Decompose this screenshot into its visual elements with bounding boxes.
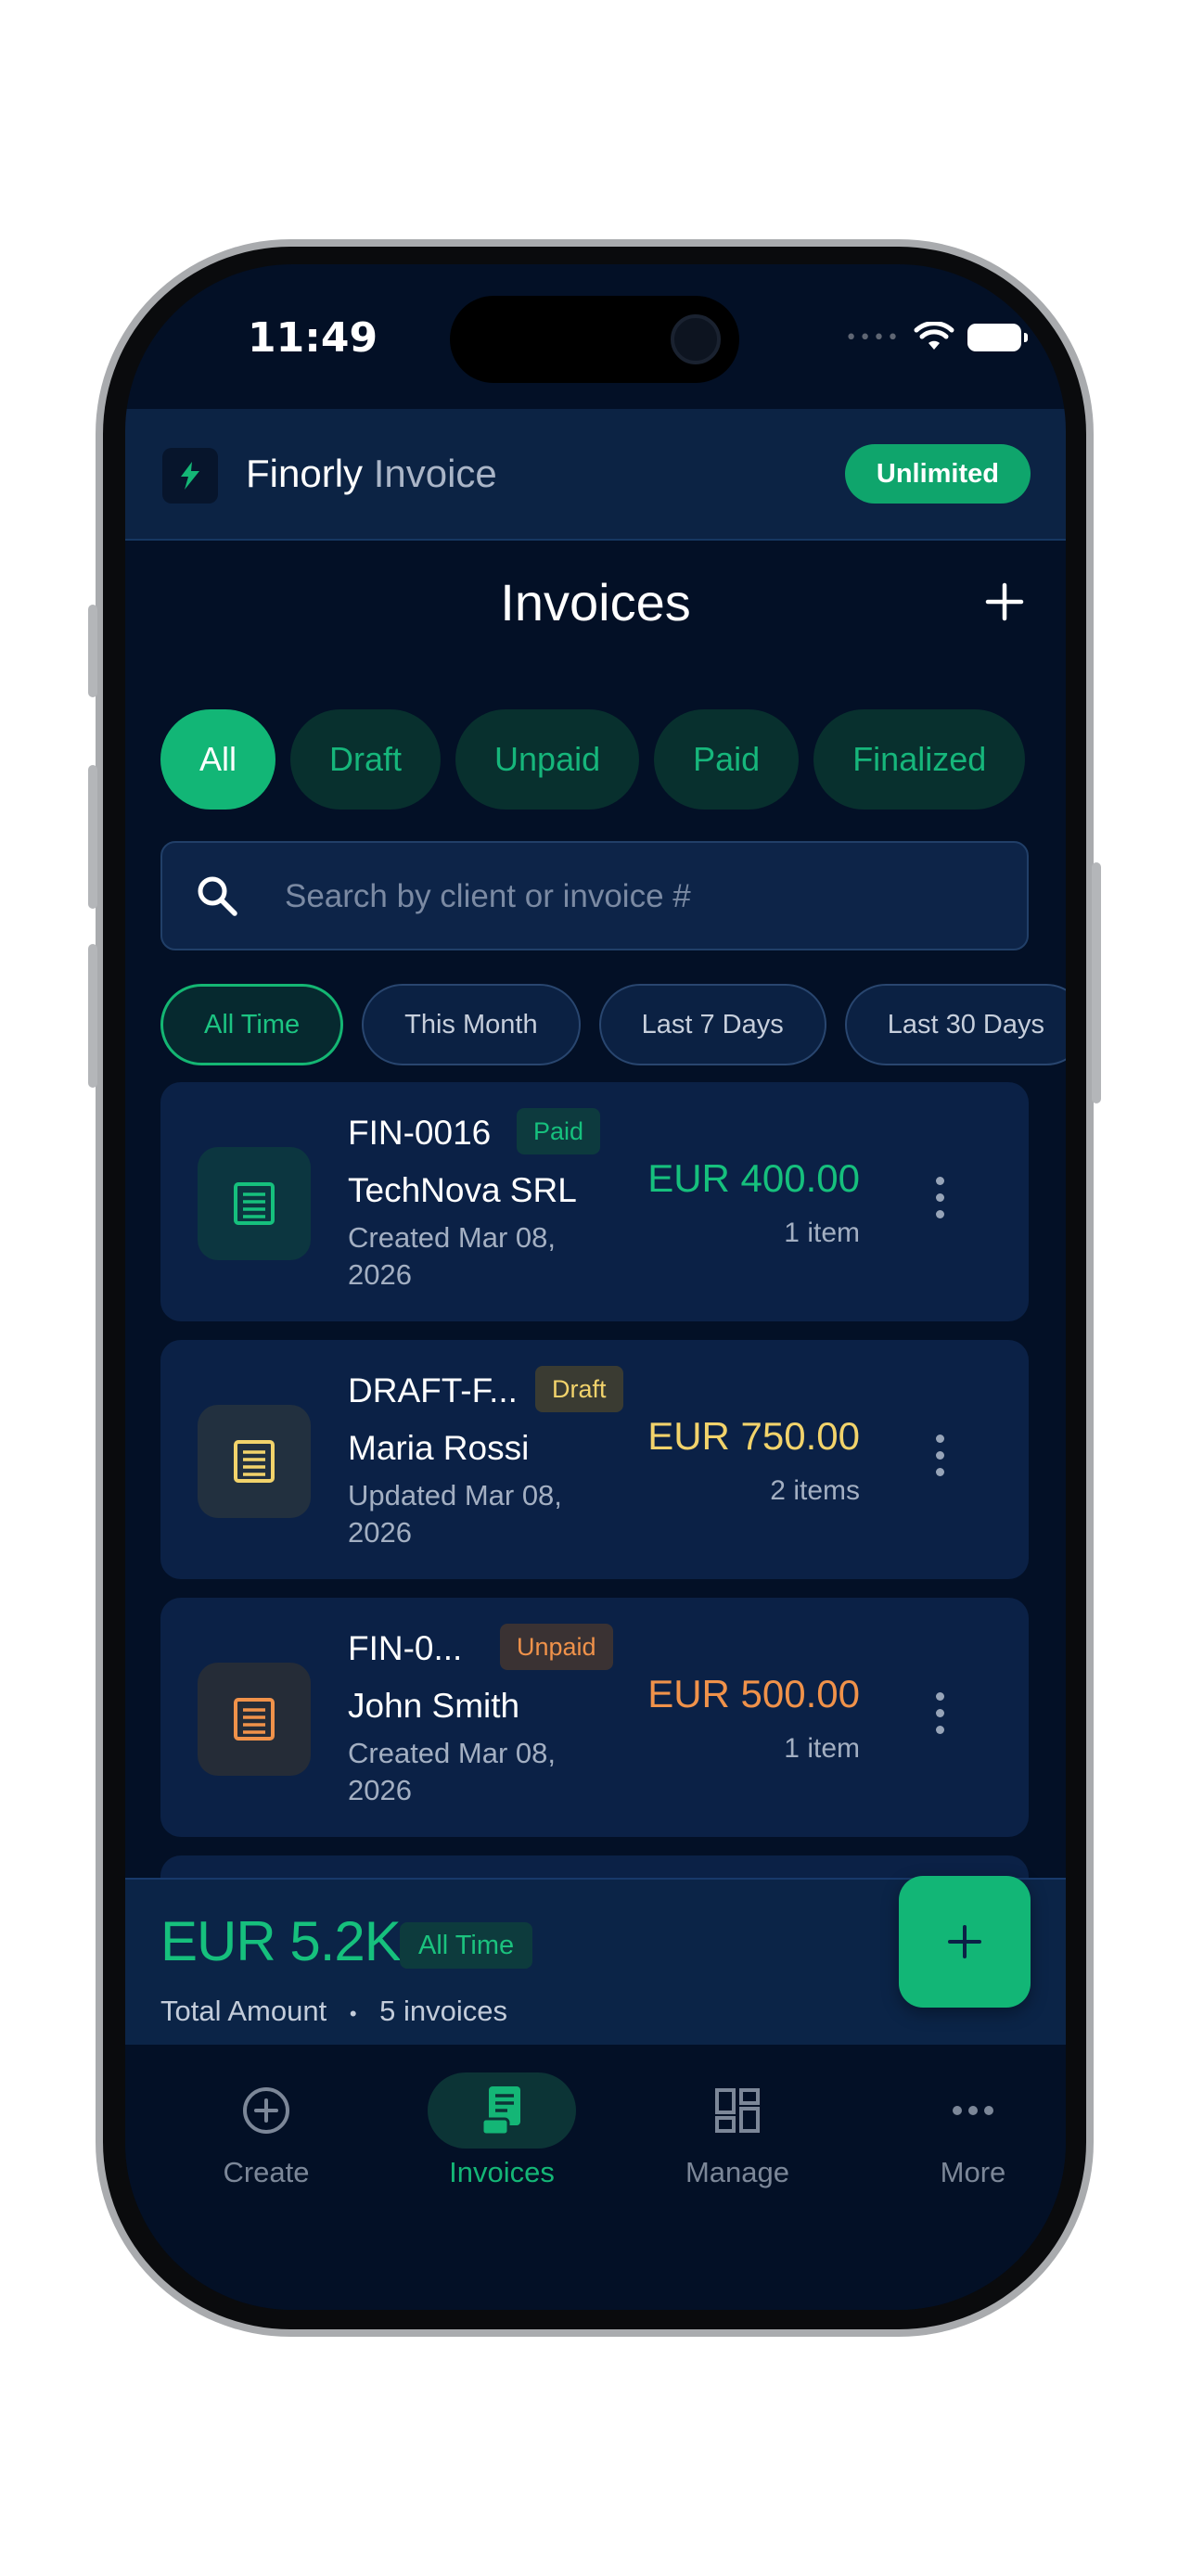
- search-input[interactable]: [283, 843, 1010, 950]
- dynamic-island: [450, 296, 739, 383]
- grid-icon: [663, 2072, 812, 2149]
- status-icons: ••••: [845, 322, 1028, 353]
- volume-up-button: [88, 765, 97, 909]
- invoice-icon: [198, 1663, 311, 1776]
- item-count: 1 item: [784, 1218, 860, 1248]
- invoice-count: 5 invoices: [379, 1995, 508, 2027]
- tab-label: Create: [223, 2156, 310, 2188]
- filter-finalized[interactable]: Finalized: [813, 709, 1026, 810]
- filter-paid[interactable]: Paid: [654, 709, 800, 810]
- ellipsis-icon: [899, 2072, 1047, 2149]
- camera-icon: [671, 314, 721, 364]
- item-count: 2 items: [770, 1475, 860, 1506]
- battery-icon: [967, 324, 1028, 351]
- screen: 11:49 •••• Finorly Invoice Unlimited Inv…: [125, 264, 1066, 2310]
- tab-manage[interactable]: Manage: [635, 2045, 839, 2189]
- action-button: [88, 605, 97, 697]
- plus-icon: [948, 1925, 981, 1958]
- search-icon: [198, 876, 237, 916]
- add-invoice-fab[interactable]: [899, 1876, 1031, 2008]
- invoice-date: Created Mar 08, 2026: [348, 1221, 556, 1291]
- item-count: 1 item: [784, 1733, 860, 1764]
- filter-unpaid[interactable]: Unpaid: [455, 709, 640, 810]
- volume-down-button: [88, 944, 97, 1088]
- invoice-number: FIN-0016: [348, 1114, 492, 1152]
- wifi-icon: [914, 322, 954, 350]
- client-name: TechNova SRL: [348, 1171, 577, 1209]
- plan-badge[interactable]: Unlimited: [844, 444, 1031, 504]
- filter-all[interactable]: All: [160, 709, 276, 810]
- app-brand: Finorly Invoice: [246, 452, 497, 496]
- filter-draft[interactable]: Draft: [290, 709, 442, 810]
- time-filter-last-7-days[interactable]: Last 7 Days: [598, 984, 826, 1065]
- period-badge: All Time: [400, 1922, 533, 1969]
- status-badge: Paid: [517, 1108, 601, 1154]
- add-invoice-button[interactable]: [977, 574, 1032, 630]
- receipt-icon: [428, 2072, 576, 2149]
- invoice-amount: EUR 500.00: [647, 1672, 860, 1715]
- time-filter-all-time[interactable]: All Time: [160, 984, 344, 1065]
- bottom-tab-bar: Create Invoices Manage More: [125, 2045, 1066, 2310]
- signal-icon: ••••: [845, 325, 901, 350]
- invoice-card[interactable]: FIN-0... Unpaid John Smith Created Mar 0…: [160, 1598, 1029, 1837]
- more-options-icon[interactable]: [930, 1435, 949, 1486]
- invoice-date: Created Mar 08, 2026: [348, 1737, 556, 1806]
- app-name-suffix: Invoice: [373, 452, 497, 495]
- app-header: Finorly Invoice Unlimited: [125, 409, 1066, 541]
- separator-dot: •: [349, 2002, 357, 2025]
- app-name: Finorly: [246, 452, 364, 495]
- app-logo-icon: [162, 448, 218, 504]
- invoice-amount: EUR 750.00: [647, 1414, 860, 1458]
- tab-label: Invoices: [449, 2156, 555, 2188]
- invoice-amount: EUR 400.00: [647, 1156, 860, 1200]
- invoice-number: DRAFT-F...: [348, 1371, 518, 1409]
- plus-icon: [985, 582, 1024, 621]
- invoice-icon: [198, 1405, 311, 1518]
- invoice-date: Updated Mar 08, 2026: [348, 1479, 562, 1549]
- time-filter-this-month[interactable]: This Month: [362, 984, 581, 1065]
- time-filter-last-30-days[interactable]: Last 30 Days: [844, 984, 1066, 1065]
- invoice-number: FIN-0...: [348, 1629, 463, 1667]
- tab-create[interactable]: Create: [164, 2045, 368, 2189]
- client-name: John Smith: [348, 1687, 520, 1725]
- status-filter-tabs: All Draft Unpaid Paid Finalized: [160, 709, 1026, 810]
- status-badge: Unpaid: [500, 1624, 613, 1670]
- search-bar: [160, 841, 1029, 950]
- time-filter-chips: All Time This Month Last 7 Days Last 30 …: [160, 984, 1066, 1065]
- status-time: 11:49: [248, 314, 378, 362]
- tab-label: Manage: [685, 2156, 790, 2188]
- invoice-card[interactable]: FIN-0016 Paid TechNova SRL Created Mar 0…: [160, 1082, 1029, 1321]
- invoice-icon: [198, 1147, 311, 1260]
- power-button: [1092, 862, 1101, 1103]
- total-amount: EUR 5.2K: [160, 1910, 402, 1972]
- more-options-icon[interactable]: [930, 1692, 949, 1744]
- tab-more[interactable]: More: [871, 2045, 1066, 2189]
- plus-circle-icon: [192, 2072, 340, 2149]
- page-title: Invoices: [500, 573, 691, 631]
- total-amount-label: Total Amount: [160, 1995, 327, 2027]
- tab-invoices[interactable]: Invoices: [400, 2045, 604, 2189]
- more-options-icon[interactable]: [930, 1177, 949, 1229]
- invoice-card[interactable]: DRAFT-F... Draft Maria Rossi Updated Mar…: [160, 1340, 1029, 1579]
- tab-label: More: [940, 2156, 1006, 2188]
- summary-subtitle: Total Amount • 5 invoices: [160, 1995, 507, 2028]
- client-name: Maria Rossi: [348, 1429, 530, 1467]
- status-badge: Draft: [535, 1366, 623, 1412]
